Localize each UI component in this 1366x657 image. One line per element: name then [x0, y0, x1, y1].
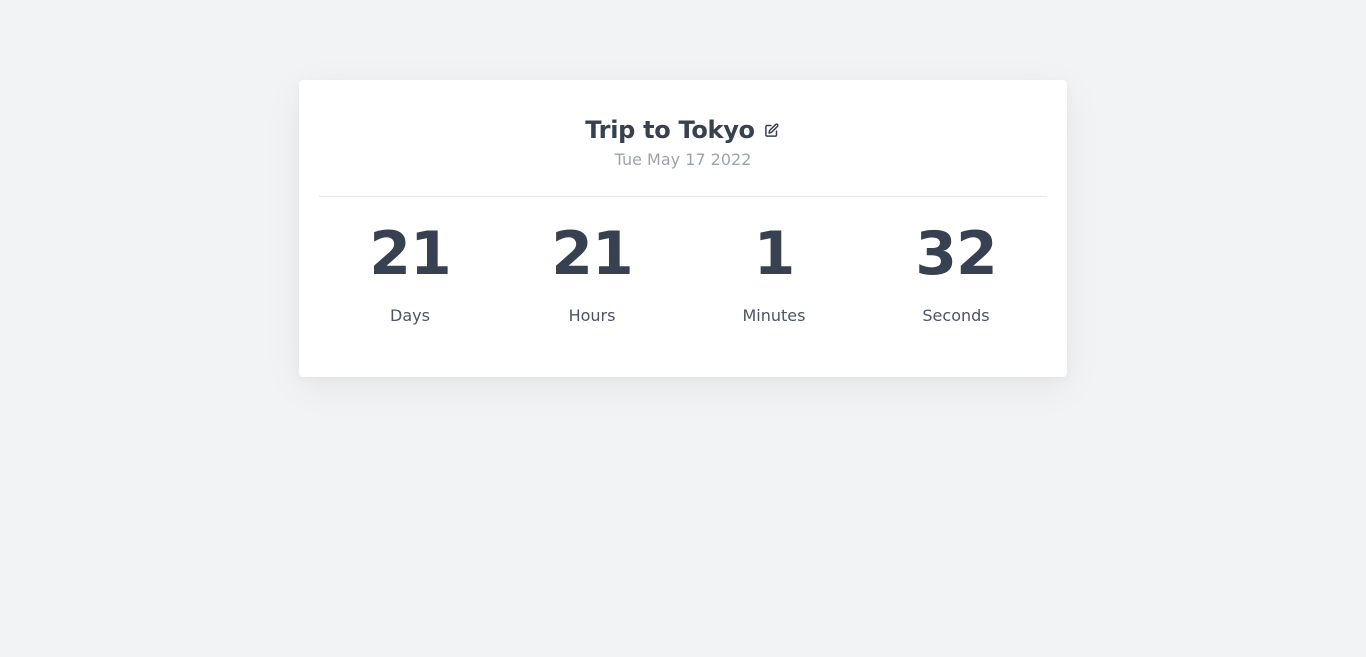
days-label: Days	[390, 306, 430, 325]
minutes-label: Minutes	[742, 306, 806, 325]
seconds-label: Seconds	[922, 306, 990, 325]
seconds-value: 32	[915, 219, 998, 289]
countdown-card: Trip to Tokyo Tue May 17 2022 21 Days 21…	[299, 80, 1067, 377]
event-title: Trip to Tokyo	[585, 116, 755, 144]
minutes-value: 1	[753, 219, 796, 289]
countdown-units: 21 Days 21 Hours 1 Minutes 32 Seconds	[319, 220, 1047, 325]
days-value: 21	[369, 219, 452, 289]
hours-value: 21	[551, 219, 634, 289]
event-date: Tue May 17 2022	[614, 150, 752, 169]
title-row: Trip to Tokyo	[299, 114, 1067, 146]
countdown-days: 21 Days	[319, 220, 501, 325]
divider	[319, 196, 1047, 197]
countdown-hours: 21 Hours	[501, 220, 683, 325]
edit-icon	[765, 123, 779, 137]
event-header: Trip to Tokyo Tue May 17 2022	[299, 114, 1067, 169]
countdown-minutes: 1 Minutes	[683, 220, 865, 325]
countdown-seconds: 32 Seconds	[865, 220, 1047, 325]
edit-button[interactable]	[763, 122, 781, 140]
hours-label: Hours	[568, 306, 616, 325]
